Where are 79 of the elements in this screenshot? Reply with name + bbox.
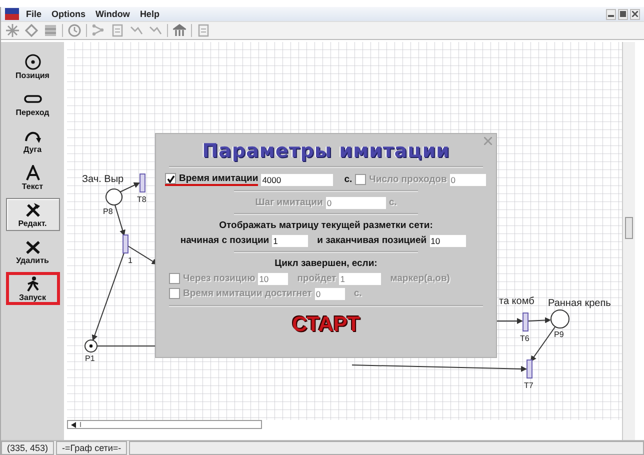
token-dot — [89, 344, 93, 348]
tool-button[interactable]: Позиция — [6, 50, 60, 83]
checkbox[interactable]: Время имитации — [165, 173, 258, 186]
transition-bar — [522, 312, 528, 332]
unit-label: с. — [354, 288, 362, 299]
page-icon — [111, 24, 124, 37]
tool-button[interactable]: Запуск — [6, 272, 60, 305]
place-label: P8 — [103, 207, 113, 216]
tool-button[interactable]: Дуга — [6, 124, 60, 157]
close-button[interactable] — [630, 8, 640, 20]
unit-label: маркер(а,ов) — [390, 273, 450, 284]
left-arrow-icon — [71, 422, 76, 428]
transition-bar — [122, 234, 128, 254]
place-name: Ранная крепь — [548, 298, 611, 309]
view-status: -=Граф сети=- — [56, 441, 128, 455]
field-label: Шаг имитации — [255, 197, 323, 208]
star-icon — [6, 24, 19, 37]
vertical-scrollbar[interactable] — [622, 42, 635, 440]
arc-arrow — [496, 318, 523, 324]
transition-label: 1 — [128, 256, 132, 265]
arc-arrow — [528, 317, 551, 324]
place-name: Зач. Выр — [82, 174, 124, 185]
close-icon[interactable] — [484, 137, 492, 145]
unit-label: с. — [388, 197, 397, 208]
menu-item[interactable]: Window — [96, 9, 130, 19]
arc-arrow — [530, 326, 556, 362]
toolbar-button[interactable] — [110, 23, 125, 38]
transition-bar — [526, 360, 532, 378]
menu-item[interactable]: File — [26, 9, 42, 19]
menu-item[interactable]: Options — [52, 9, 86, 19]
restore-button[interactable] — [618, 8, 628, 20]
transition-label: T8 — [137, 195, 146, 204]
tool-button[interactable]: Удалить — [6, 235, 60, 268]
transition-label: T6 — [520, 334, 530, 343]
cross-icon — [24, 238, 42, 254]
transition-name: та комб — [499, 296, 534, 307]
input-field[interactable]: 4000 — [261, 174, 334, 186]
toolbar-button[interactable] — [67, 23, 82, 38]
arc-arrow — [128, 246, 158, 265]
tool-button[interactable]: Редакт. — [6, 198, 60, 231]
zigzag-icon — [149, 24, 162, 37]
menu-item[interactable]: Help — [140, 9, 160, 19]
arc-arrow — [114, 204, 126, 236]
diamond-icon — [25, 24, 38, 37]
horizontal-scrollbar[interactable] — [67, 420, 262, 429]
transition-bar — [140, 174, 146, 192]
tool-button[interactable]: Текст — [6, 161, 60, 194]
nodes-icon — [92, 24, 105, 37]
zigzag-icon — [130, 24, 143, 37]
app-icon — [5, 8, 19, 20]
start-button[interactable]: СТАРТ — [292, 313, 360, 337]
page-icon — [197, 24, 210, 37]
tool-button[interactable]: Переход — [6, 87, 60, 120]
toolbar-button[interactable] — [91, 23, 106, 38]
restore-icon — [620, 11, 626, 17]
circle-icon — [24, 54, 42, 70]
input-field[interactable]: 1 — [272, 234, 308, 246]
place-label: P1 — [85, 354, 95, 363]
unit-label: с. — [344, 174, 352, 185]
transition-label: T7 — [524, 381, 534, 390]
letter-icon — [24, 164, 42, 180]
field-label: пройдет — [297, 273, 336, 284]
clock-icon — [68, 24, 81, 37]
toolbar-button[interactable] — [5, 23, 20, 38]
input-field[interactable]: 10 — [430, 234, 466, 246]
toolbar-button[interactable] — [196, 23, 211, 38]
toolbar-button[interactable] — [43, 23, 58, 38]
field-label: и заканчивая позицией — [317, 235, 427, 246]
close-icon — [632, 11, 638, 17]
grid-icon — [44, 24, 57, 37]
coordinates-status: (335, 453) — [1, 441, 54, 455]
place-label: P9 — [554, 330, 564, 339]
section-heading: Цикл завершен, если: — [274, 258, 378, 269]
toolbar-button[interactable] — [24, 23, 39, 38]
minimize-button[interactable] — [606, 8, 616, 20]
section-heading: Отображать матрицу текущей разметки сети: — [219, 220, 433, 231]
check-icon — [166, 174, 174, 182]
field-label: начиная с позиции — [180, 235, 270, 246]
dialog-title: Параметры имитации — [202, 140, 450, 162]
